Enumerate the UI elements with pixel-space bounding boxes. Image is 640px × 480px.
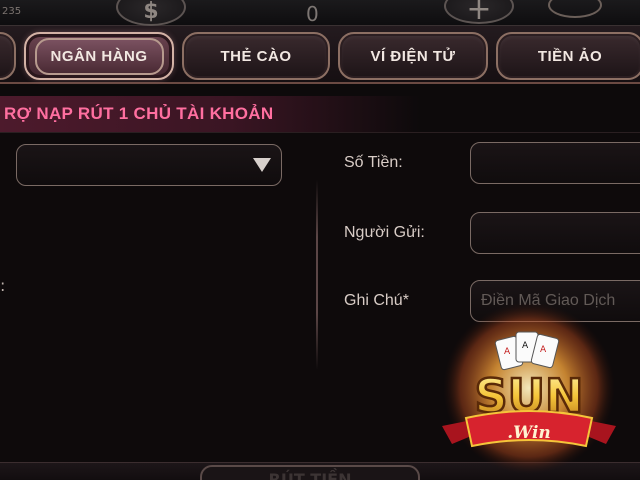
top-balance-zero: 0	[306, 2, 319, 26]
chevron-down-icon	[253, 158, 271, 172]
svg-text:A: A	[522, 341, 529, 351]
top-balance-number: 235	[2, 6, 22, 17]
tab-row: NGÂN HÀNG THẺ CÀO VÍ ĐIỆN TỬ TIỀN ẢO	[0, 26, 640, 84]
tab-label: TIỀN ẢO	[537, 47, 603, 65]
tab-tien-ao[interactable]: TIỀN ẢO	[496, 32, 640, 80]
plus-icon[interactable]: +	[444, 0, 514, 27]
close-button[interactable]	[548, 0, 602, 18]
withdraw-button[interactable]: RÚT TIỀN	[200, 465, 420, 480]
tab-ngan-hang[interactable]: NGÂN HÀNG	[24, 32, 174, 80]
amount-label: Số Tiền:	[344, 154, 403, 171]
tab-label: VÍ ĐIỆN TỬ	[370, 47, 456, 65]
left-field-colon: :	[0, 276, 6, 295]
sender-input[interactable]	[470, 212, 640, 254]
sunwin-logo: A A A SUN .Win	[442, 302, 616, 474]
svg-text:A: A	[540, 345, 547, 355]
tab-label: THẺ CÀO	[220, 47, 292, 65]
top-bar: 235 $ 0 +	[0, 0, 640, 27]
amount-input[interactable]	[470, 142, 640, 184]
sender-label: Người Gửi:	[344, 224, 425, 241]
tab-label: NGÂN HÀNG	[34, 37, 164, 75]
note-label: Ghi Chú*	[344, 292, 409, 309]
tab-partial-left[interactable]	[0, 32, 16, 80]
column-divider	[316, 180, 318, 370]
svg-text:A: A	[504, 347, 511, 357]
bank-select[interactable]	[16, 144, 282, 186]
notice-banner: RỢ NẠP RÚT 1 CHỦ TÀI KHOẢN	[0, 96, 420, 132]
tab-vi-dien-tu[interactable]: VÍ ĐIỆN TỬ	[338, 32, 488, 80]
logo-suffix-text: .Win	[507, 423, 551, 443]
coin-icon[interactable]: $	[116, 0, 186, 26]
notice-text: RỢ NẠP RÚT 1 CHỦ TÀI KHOẢN	[4, 104, 274, 123]
tab-the-cao[interactable]: THẺ CÀO	[182, 32, 330, 80]
